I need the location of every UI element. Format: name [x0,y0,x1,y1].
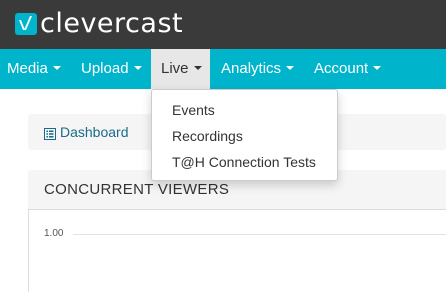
caret-down-icon [286,66,295,71]
nav-media[interactable]: Media [7,49,61,89]
caret-down-icon [193,66,202,71]
nav-account-label: Account [314,60,369,77]
nav-account[interactable]: Account [314,49,382,89]
logo[interactable]: clevercast [15,9,183,39]
logo-text: clevercast [40,8,184,39]
breadcrumb-dashboard-link[interactable]: Dashboard [44,123,129,141]
nav-media-label: Media [7,60,48,77]
menu-item-events[interactable]: Events [172,100,215,120]
nav-analytics-label: Analytics [221,60,282,77]
breadcrumb-label: Dashboard [60,124,129,140]
nav-upload[interactable]: Upload [81,49,142,89]
menu-item-recordings[interactable]: Recordings [172,126,243,146]
menu-item-connection-tests[interactable]: T@H Connection Tests [172,152,316,172]
nav-live-label: Live [161,60,189,77]
chart-gridline [73,234,446,235]
list-icon [44,126,56,141]
caret-down-icon [133,66,142,71]
nav-upload-label: Upload [81,60,129,77]
nav-analytics[interactable]: Analytics [221,49,295,89]
main-navbar: Media Upload Live Analytics Account [0,49,446,89]
panel-title: CONCURRENT VIEWERS [44,181,230,198]
top-bar: clevercast [0,0,446,49]
live-dropdown-menu: Events Recordings T@H Connection Tests [151,89,338,181]
y-tick-label: 1.00 [44,228,64,239]
logo-mark-icon [15,13,37,35]
caret-down-icon [373,66,382,71]
nav-live[interactable]: Live [151,49,210,89]
caret-down-icon [52,66,61,71]
